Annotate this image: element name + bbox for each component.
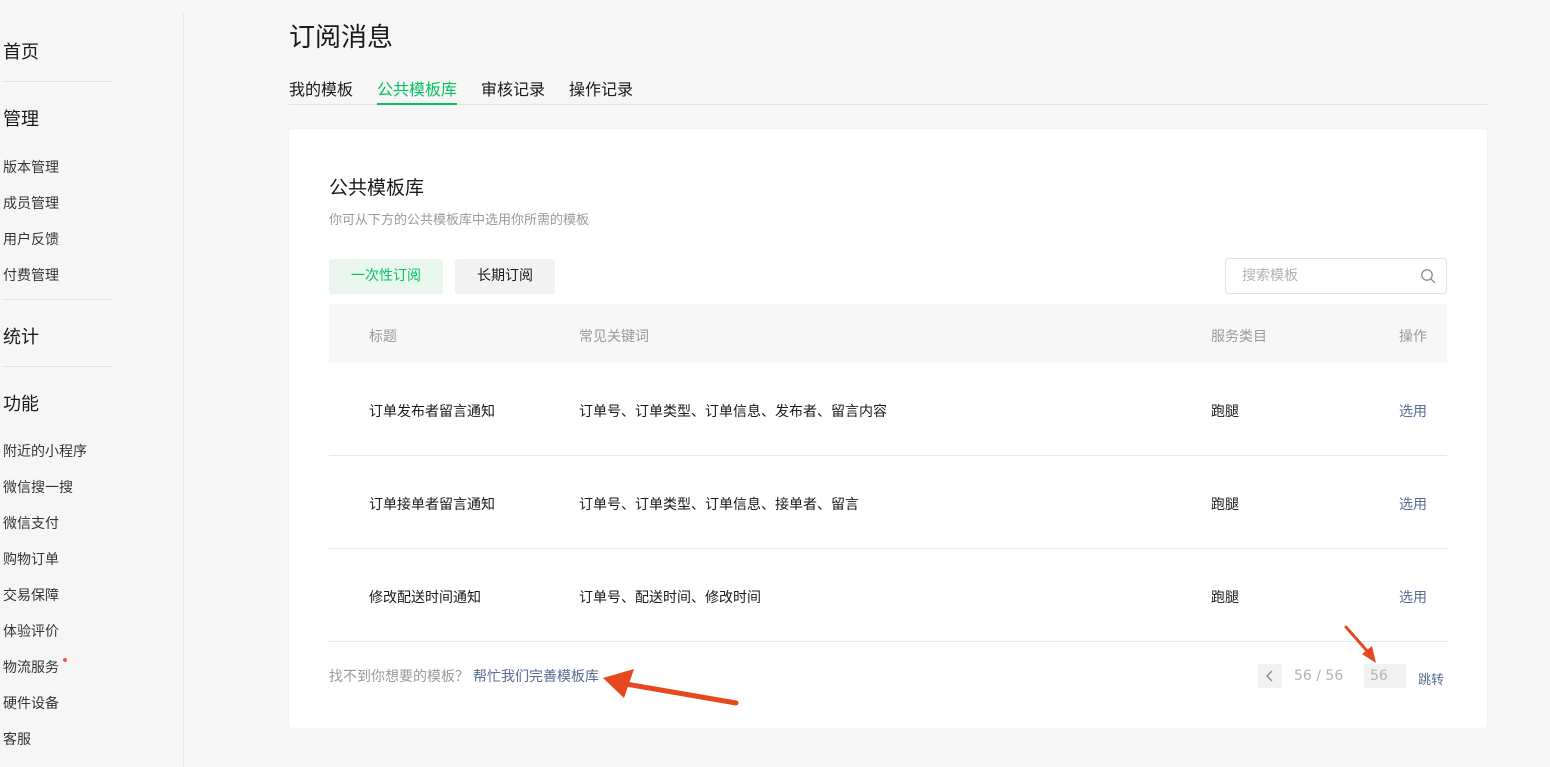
sidebar-item-orders[interactable]: 购物订单 xyxy=(3,549,59,569)
select-link[interactable]: 选用 xyxy=(1399,587,1427,607)
column-header-keywords: 常见关键词 xyxy=(579,329,649,345)
column-header-title: 标题 xyxy=(369,329,397,345)
sidebar-group-features[interactable]: 功能 xyxy=(3,390,39,416)
sidebar-group-stats[interactable]: 统计 xyxy=(3,323,39,349)
sidebar-item-members[interactable]: 成员管理 xyxy=(3,193,59,213)
sidebar-item-customer-service[interactable]: 客服 xyxy=(3,729,31,749)
row-keywords: 订单号、订单类型、订单信息、接单者、留言 xyxy=(579,497,859,513)
sidebar: 首页 管理 版本管理 成员管理 用户反馈 付费管理 统计 功能 附近的小程序 微… xyxy=(0,0,184,767)
sidebar-item-logistics[interactable]: 物流服务 xyxy=(3,657,59,677)
column-header-category: 服务类目 xyxy=(1211,329,1267,345)
sidebar-item-hardware[interactable]: 硬件设备 xyxy=(3,693,59,713)
table-row: 修改配送时间通知 订单号、配送时间、修改时间 跑腿 选用 xyxy=(329,549,1447,642)
template-library-card: 公共模板库 你可从下方的公共模板库中选用你所需的模板 一次性订阅 长期订阅 标题… xyxy=(289,129,1487,728)
table-row: 订单发布者留言通知 订单号、订单类型、订单信息、发布者、留言内容 跑腿 选用 xyxy=(329,363,1447,456)
sidebar-group-manage[interactable]: 管理 xyxy=(3,105,39,131)
tab-review-records[interactable]: 审核记录 xyxy=(481,76,545,105)
tab-my-templates[interactable]: 我的模板 xyxy=(289,76,353,105)
sidebar-item-feedback[interactable]: 用户反馈 xyxy=(3,229,59,249)
sidebar-item-experience-review[interactable]: 体验评价 xyxy=(3,621,59,641)
sidebar-item-wechat-pay[interactable]: 微信支付 xyxy=(3,513,59,533)
sidebar-border xyxy=(183,14,184,767)
tab-operation-records[interactable]: 操作记录 xyxy=(569,76,633,105)
footer-question: 找不到你想要的模板？ xyxy=(329,669,469,685)
sidebar-home[interactable]: 首页 xyxy=(3,38,39,64)
notification-dot xyxy=(63,658,67,662)
card-title: 公共模板库 xyxy=(329,177,425,199)
search-input[interactable] xyxy=(1226,259,1416,293)
row-title: 订单发布者留言通知 xyxy=(369,404,495,420)
select-link[interactable]: 选用 xyxy=(1399,494,1427,514)
row-keywords: 订单号、订单类型、订单信息、发布者、留言内容 xyxy=(579,404,887,420)
row-title: 修改配送时间通知 xyxy=(369,590,481,606)
pagination-status: 56 / 56 xyxy=(1294,668,1344,684)
tab-bar: 我的模板 公共模板库 审核记录 操作记录 xyxy=(289,76,1487,105)
card-description: 你可从下方的公共模板库中选用你所需的模板 xyxy=(329,213,590,228)
table-header: 标题 常见关键词 服务类目 操作 xyxy=(329,304,1447,363)
search-icon[interactable] xyxy=(1420,268,1436,284)
sidebar-item-version[interactable]: 版本管理 xyxy=(3,157,59,177)
pagination-prev-button[interactable] xyxy=(1258,664,1282,688)
row-title: 订单接单者留言通知 xyxy=(369,497,495,513)
column-header-action: 操作 xyxy=(1399,329,1427,345)
sidebar-item-nearby[interactable]: 附近的小程序 xyxy=(3,441,87,461)
sidebar-item-trade-guarantee[interactable]: 交易保障 xyxy=(3,585,59,605)
sidebar-divider xyxy=(3,366,113,367)
sidebar-item-wechat-search[interactable]: 微信搜一搜 xyxy=(3,477,73,497)
filter-long-term-button[interactable]: 长期订阅 xyxy=(455,259,555,294)
page-title: 订阅消息 xyxy=(289,23,394,53)
sidebar-divider xyxy=(3,299,113,300)
row-keywords: 订单号、配送时间、修改时间 xyxy=(579,590,761,606)
filter-one-time-button[interactable]: 一次性订阅 xyxy=(329,259,443,294)
search-box xyxy=(1225,258,1447,294)
sidebar-item-payment[interactable]: 付费管理 xyxy=(3,265,59,285)
page-number-input[interactable] xyxy=(1364,664,1406,688)
tab-public-library[interactable]: 公共模板库 xyxy=(377,76,458,105)
chevron-left-icon xyxy=(1266,670,1273,682)
row-category: 跑腿 xyxy=(1211,404,1239,420)
table-row: 订单接单者留言通知 订单号、订单类型、订单信息、接单者、留言 跑腿 选用 xyxy=(329,456,1447,549)
sidebar-divider xyxy=(3,81,113,82)
select-link[interactable]: 选用 xyxy=(1399,401,1427,421)
row-category: 跑腿 xyxy=(1211,590,1239,606)
improve-library-link[interactable]: 帮忙我们完善模板库 xyxy=(473,666,599,686)
jump-button[interactable]: 跳转 xyxy=(1418,669,1444,688)
row-category: 跑腿 xyxy=(1211,497,1239,513)
